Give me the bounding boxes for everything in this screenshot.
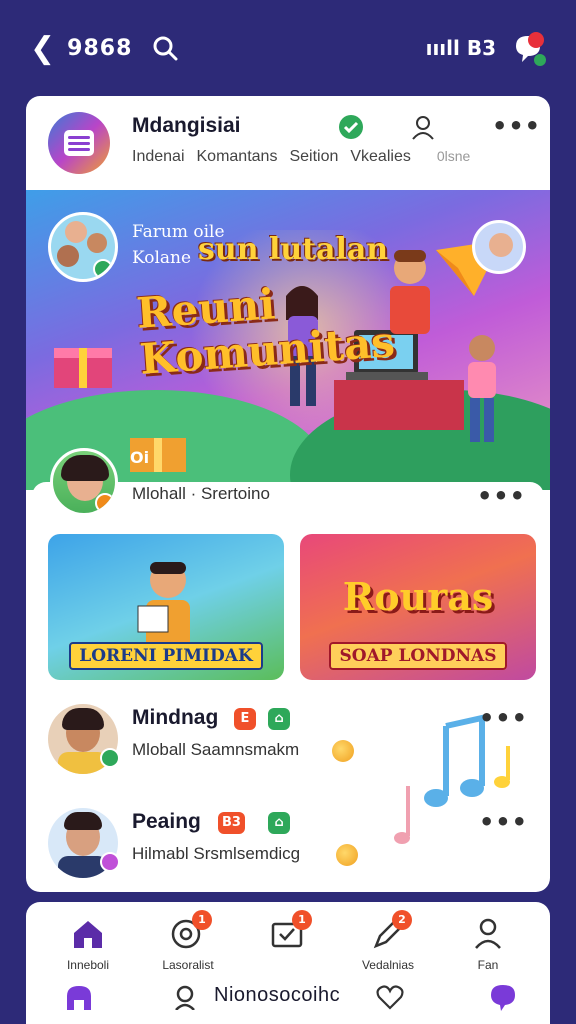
nav-record[interactable]: 1 Lasoralist xyxy=(138,910,238,972)
nav-pen-badge: 2 xyxy=(392,910,412,930)
nav-profile-label: Fan xyxy=(477,958,499,972)
list-item-more-icon[interactable]: ••• xyxy=(479,704,528,732)
search-icon[interactable] xyxy=(152,35,178,61)
main-card: Mdangisiai Indenai Komantans Seition Vke… xyxy=(26,96,550,892)
media-tile-2-label-text: SOAP LONDNAS xyxy=(329,642,507,670)
verified-badge-icon: ⌂ xyxy=(268,708,290,730)
list-item[interactable]: Peaing B3 ⌂ Hilmabl Srsmlsemdicg ••• xyxy=(26,800,550,892)
banner-title: Reuni Komunitas xyxy=(135,273,396,384)
nav-profile[interactable]: Fan xyxy=(438,916,538,972)
tile1-person-illustration xyxy=(137,562,190,650)
tab-seition[interactable]: Seition xyxy=(289,148,338,166)
app-logo-icon[interactable] xyxy=(48,112,110,174)
app-tabs: Indenai Komantans Seition Vkealies 0lsne xyxy=(132,148,470,166)
media-tile-1-label: LORENI PIMIDAK xyxy=(48,642,284,670)
heart-icon[interactable] xyxy=(376,984,404,1014)
pen-icon: 2 xyxy=(370,910,412,952)
media-tile-1[interactable]: LORENI PIMIDAK xyxy=(48,534,284,680)
bottom-navigation: Inneboli 1 Lasoralist 1 2 Vedalnias Fan xyxy=(26,902,550,1024)
app-header xyxy=(26,96,550,190)
tab-olsne[interactable]: 0lsne xyxy=(437,148,470,166)
list-item-name: Peaing xyxy=(132,810,201,833)
chat-bubble-icon[interactable] xyxy=(488,982,518,1016)
list-item[interactable]: Mindnag E ⌂ Mloball Saamnsmakm ••• xyxy=(26,696,550,796)
gift-label: Oi xyxy=(130,448,150,467)
emoji-icon xyxy=(336,844,358,866)
record-icon: 1 xyxy=(170,910,212,952)
nav-inbox-badge: 1 xyxy=(292,910,312,930)
nav-record-label: Lasoralist xyxy=(162,958,214,972)
group-avatar[interactable] xyxy=(48,212,118,282)
nav-record-badge: 1 xyxy=(192,910,212,930)
home-icon xyxy=(70,916,106,952)
tab-komantans[interactable]: Komantans xyxy=(197,148,278,166)
profile-icon[interactable] xyxy=(410,114,436,140)
list-item-name: Mindnag xyxy=(132,706,219,729)
status-bar: ❮ 9868 ıııll B3 xyxy=(0,0,576,96)
nav-home-label: Inneboli xyxy=(66,958,110,972)
check-shield-icon[interactable] xyxy=(338,114,364,140)
media-tile-2-label: SOAP LONDNAS xyxy=(300,642,536,670)
tab-indenai[interactable]: Indenai xyxy=(132,148,185,166)
list-item-subtitle: Mloball Saamnsmakm xyxy=(132,740,300,759)
online-indicator xyxy=(100,748,120,768)
post-author-name[interactable]: Mlohall · Srertoino xyxy=(132,484,270,504)
list-item-more-icon[interactable]: ••• xyxy=(479,808,528,836)
tab-vkealies[interactable]: Vkealies xyxy=(350,148,410,166)
post-author-avatar[interactable] xyxy=(50,448,118,516)
media-tile-1-label-text: LORENI PIMIDAK xyxy=(69,642,263,670)
media-tile-2[interactable]: Rouras SOAP LONDNAS xyxy=(300,534,536,680)
bottom-bar-text: Nionosocoihc xyxy=(214,984,341,1006)
gift-box-icon xyxy=(54,348,112,388)
notification-bubble-icon[interactable] xyxy=(510,30,546,66)
app-title: Mdangisiai xyxy=(132,114,241,137)
search-icon[interactable] xyxy=(174,984,200,1014)
community-banner[interactable]: Oi Farum oile Kolane sun lutalan Reuni K… xyxy=(26,190,550,490)
back-arrow-icon[interactable]: ❮ xyxy=(30,31,55,66)
person-boy-illustration xyxy=(468,335,496,442)
nav-inbox[interactable]: 1 xyxy=(238,910,338,958)
signal-indicator: ıııll B3 xyxy=(425,36,496,60)
status-time: 9868 xyxy=(67,35,133,61)
nav-pen[interactable]: 2 Vedalnias xyxy=(338,910,438,972)
user-icon xyxy=(470,916,506,952)
online-indicator xyxy=(100,852,120,872)
post-more-icon[interactable]: ••• xyxy=(477,482,526,510)
banner-user-avatar[interactable] xyxy=(472,220,526,274)
status-badge: B3 xyxy=(218,812,245,834)
home-fill-icon[interactable] xyxy=(64,982,94,1016)
inbox-check-icon: 1 xyxy=(270,910,312,952)
bottom-bar: Nionosocoihc xyxy=(26,974,550,1024)
banner-headline-sun: sun lutalan xyxy=(198,232,389,267)
list-item-subtitle: Hilmabl Srsmlsemdicg xyxy=(132,844,301,863)
emoji-icon xyxy=(332,740,354,762)
more-options-icon[interactable]: ••• xyxy=(492,112,540,140)
nav-home[interactable]: Inneboli xyxy=(38,916,138,972)
verified-badge-icon: ⌂ xyxy=(268,812,290,834)
media-tile-2-title: Rouras xyxy=(342,574,494,619)
nav-pen-label: Vedalnias xyxy=(361,958,415,972)
status-badge: E xyxy=(234,708,256,730)
